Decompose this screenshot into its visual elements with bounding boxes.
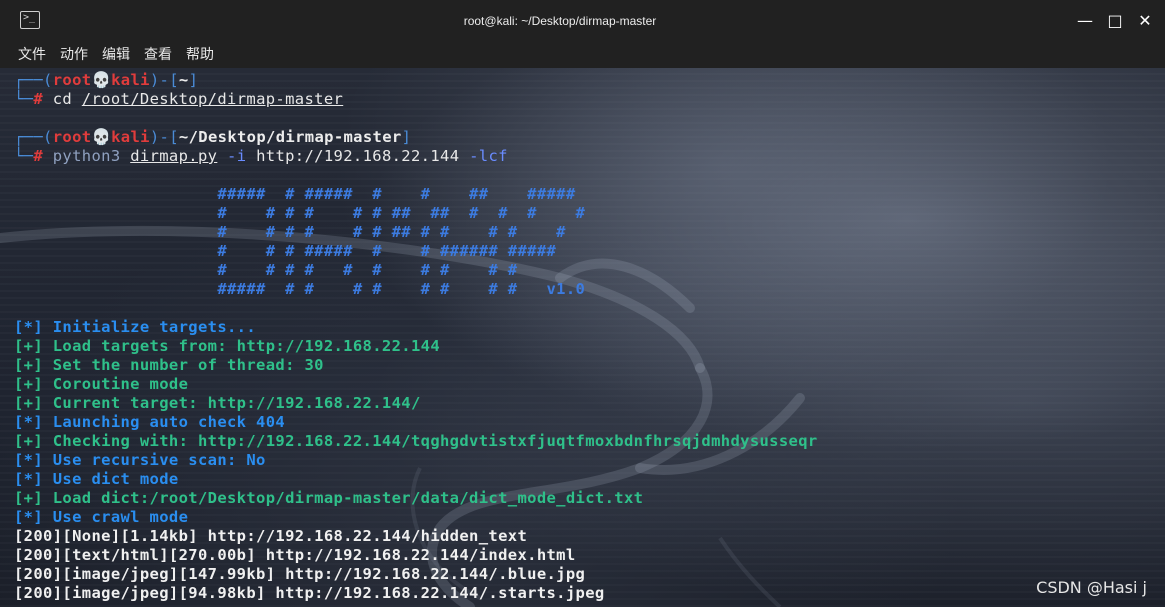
- log-text: Initialize targets...: [43, 318, 257, 336]
- prompt-path: ~: [178, 71, 189, 89]
- log-text: Set the number of thread: 30: [43, 356, 324, 374]
- log-line: [+] Load targets from: http://192.168.22…: [14, 337, 818, 356]
- menu-actions[interactable]: 动作: [60, 42, 88, 68]
- prompt-host: kali: [111, 128, 150, 146]
- banner-line: ##### # # # # # # # # v1.0: [14, 280, 818, 299]
- log-text: Use recursive scan: No: [43, 451, 266, 469]
- command-url: http://192.168.22.144: [256, 147, 460, 165]
- menu-file[interactable]: 文件: [18, 42, 46, 68]
- log-text: Use dict mode: [43, 470, 179, 488]
- result-line: [200][None][1.14kb] http://192.168.22.14…: [14, 527, 528, 545]
- log-line: [+] Load dict:/root/Desktop/dirmap-maste…: [14, 489, 818, 508]
- command-arg: /root/Desktop/dirmap-master: [81, 90, 344, 108]
- result-line: [200][text/html][270.00b] http://192.168…: [14, 546, 576, 564]
- log-line: [+] Current target: http://192.168.22.14…: [14, 394, 818, 413]
- log-text: Use crawl mode: [43, 508, 189, 526]
- menu-help[interactable]: 帮助: [186, 42, 214, 68]
- menu-view[interactable]: 查看: [144, 42, 172, 68]
- log-tag: [+]: [14, 394, 44, 412]
- window-title: root@kali: ~/Desktop/dirmap-master: [463, 14, 657, 28]
- log-text: Checking with: http://192.168.22.144/tqg…: [43, 432, 818, 450]
- log-text: Coroutine mode: [43, 375, 189, 393]
- prompt-bracket: └─: [14, 90, 34, 108]
- prompt-user: root: [52, 71, 92, 89]
- log-tag: [+]: [14, 356, 44, 374]
- command-line: └─# python3 dirmap.py -i http://192.168.…: [14, 147, 818, 166]
- log-line: [*] Launching auto check 404: [14, 413, 818, 432]
- log-tag: [*]: [14, 451, 44, 469]
- command-text: python3: [43, 147, 131, 165]
- prompt-host: kali: [111, 71, 150, 89]
- prompt-hash: #: [33, 90, 44, 108]
- menu-edit[interactable]: 编辑: [102, 42, 130, 68]
- log-tag: [*]: [14, 413, 44, 431]
- log-line: [+] Set the number of thread: 30: [14, 356, 818, 375]
- log-line: [*] Use dict mode: [14, 470, 818, 489]
- minimize-icon[interactable]: —: [1073, 10, 1097, 32]
- prompt-bracket: └─: [14, 147, 34, 165]
- prompt-bracket: ┌──(: [14, 71, 53, 89]
- banner-line: # # # # # # # # # #: [14, 261, 518, 279]
- banner-line: # # # # # # ## ## # # # #: [14, 204, 586, 222]
- log-text: Load targets from: http://192.168.22.144: [43, 337, 440, 355]
- prompt-hash: #: [33, 147, 44, 165]
- log-line: [+] Checking with: http://192.168.22.144…: [14, 432, 818, 451]
- prompt-bracket: )-[: [149, 128, 179, 146]
- log-text: Launching auto check 404: [43, 413, 286, 431]
- log-tag: [*]: [14, 318, 44, 336]
- log-line: [*] Use recursive scan: No: [14, 451, 818, 470]
- command-line: └─# cd /root/Desktop/dirmap-master: [14, 90, 818, 109]
- log-tag: [+]: [14, 489, 44, 507]
- menu-bar: 文件 动作 编辑 查看 帮助: [0, 42, 1165, 68]
- log-line: [*] Use crawl mode: [14, 508, 818, 527]
- banner-line: ##### # ##### # # ## #####: [14, 185, 576, 203]
- result-line: [200][image/jpeg][147.99kb] http://192.1…: [14, 565, 586, 583]
- skull-icon: 💀: [91, 128, 112, 146]
- log-tag: [+]: [14, 432, 44, 450]
- result-line: [200][image/jpeg][94.98kb] http://192.16…: [14, 584, 605, 602]
- prompt-bracket: )-[: [149, 71, 179, 89]
- log-list: [*] Initialize targets... [+] Load target…: [14, 318, 818, 527]
- prompt-line: ┌──(root💀kali)-[~]: [14, 71, 818, 90]
- command-flag: -lcf: [459, 147, 508, 165]
- log-line: [*] Initialize targets...: [14, 318, 818, 337]
- prompt-bracket: ]: [188, 71, 199, 89]
- skull-icon: 💀: [91, 71, 112, 89]
- log-text: Current target: http://192.168.22.144/: [43, 394, 421, 412]
- banner-line: # # # ##### # # ###### #####: [14, 242, 557, 260]
- watermark: CSDN @Hasi j: [1036, 578, 1147, 597]
- terminal-area[interactable]: ┌──(root💀kali)-[~] └─# cd /root/Desktop/…: [0, 68, 1165, 607]
- banner-line: # # # # # # ## # # # # #: [14, 223, 566, 241]
- prompt-path: ~/Desktop/dirmap-master: [178, 128, 402, 146]
- version-label: v1.0: [546, 280, 586, 298]
- result-list: [200][None][1.14kb] http://192.168.22.14…: [14, 527, 818, 603]
- prompt-bracket: ┌──(: [14, 128, 53, 146]
- maximize-icon[interactable]: □: [1103, 10, 1127, 32]
- log-text: Load dict:/root/Desktop/dirmap-master/da…: [43, 489, 644, 507]
- prompt-line: ┌──(root💀kali)-[~/Desktop/dirmap-master]: [14, 128, 818, 147]
- log-tag: [*]: [14, 470, 44, 488]
- command-script: dirmap.py: [130, 147, 218, 165]
- log-tag: [*]: [14, 508, 44, 526]
- title-bar: >_ root@kali: ~/Desktop/dirmap-master — …: [0, 0, 1165, 42]
- prompt-user: root: [52, 128, 92, 146]
- close-icon[interactable]: ✕: [1133, 10, 1157, 32]
- prompt-bracket: ]: [401, 128, 412, 146]
- command-text: cd: [43, 90, 82, 108]
- terminal-output: ┌──(root💀kali)-[~] └─# cd /root/Desktop/…: [14, 71, 818, 603]
- log-line: [+] Coroutine mode: [14, 375, 818, 394]
- banner-text: ##### # # # # # # # #: [14, 280, 547, 298]
- log-tag: [+]: [14, 337, 44, 355]
- command-flag: -i: [217, 147, 257, 165]
- log-tag: [+]: [14, 375, 44, 393]
